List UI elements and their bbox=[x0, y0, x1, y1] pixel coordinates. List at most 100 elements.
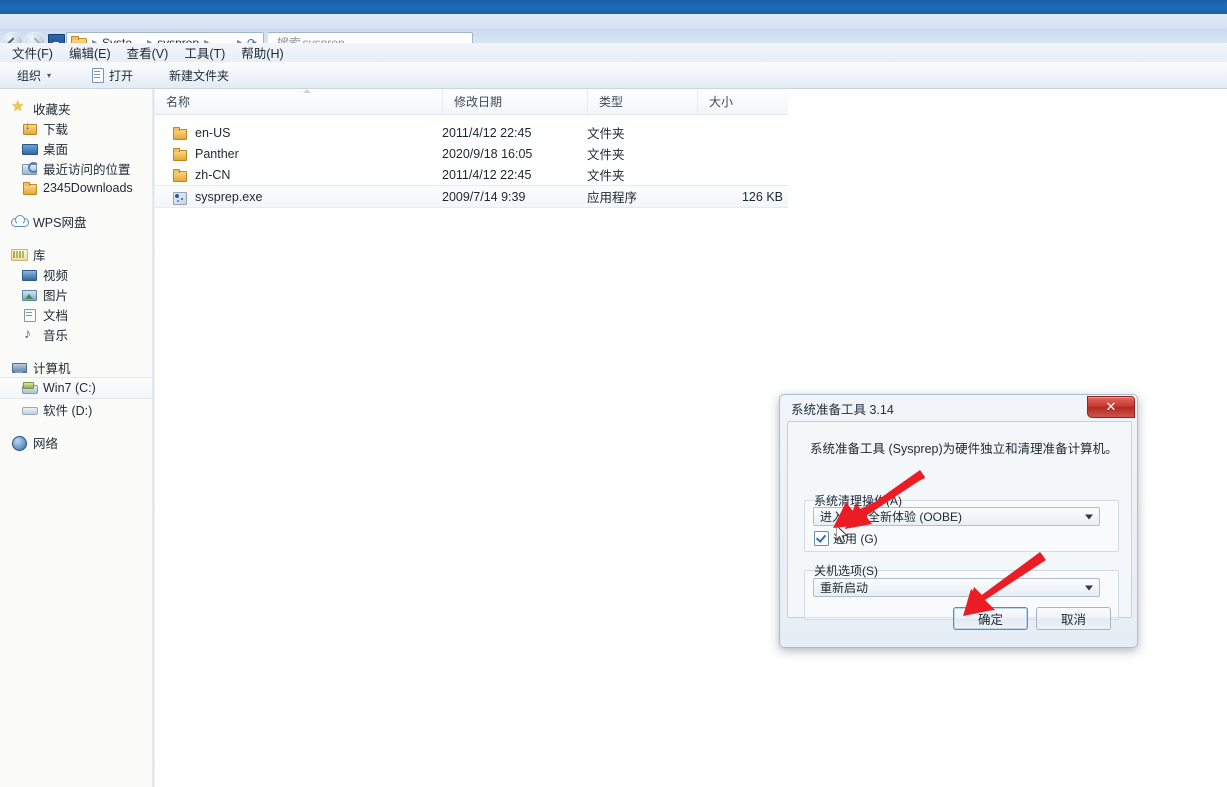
menu-bar: 文件(F) 编辑(E) 查看(V) 工具(T) 帮助(H) bbox=[0, 43, 1227, 62]
column-header-name[interactable]: 名称 bbox=[155, 89, 443, 114]
sidebar-group-favorites[interactable]: 收藏夹 bbox=[0, 97, 152, 118]
table-row[interactable]: Panther 2020/9/18 16:05 文件夹 bbox=[155, 143, 788, 164]
sidebar-item-recent-places[interactable]: 最近访问的位置 bbox=[0, 158, 152, 178]
file-name: zh-CN bbox=[195, 167, 231, 182]
open-button[interactable]: 打开 bbox=[82, 64, 142, 87]
sysprep-dialog: 系统准备工具 3.14 ✕ 系统准备工具 (Sysprep)为硬件独立和清理准备… bbox=[779, 394, 1138, 648]
column-header-label: 类型 bbox=[599, 95, 624, 109]
sidebar-item-2345downloads[interactable]: 2345Downloads bbox=[0, 178, 152, 198]
chevron-down-icon bbox=[1085, 585, 1093, 590]
ok-button[interactable]: 确定 bbox=[953, 607, 1028, 630]
sidebar-group-libraries[interactable]: 库 bbox=[0, 244, 152, 264]
computer-icon bbox=[11, 360, 28, 375]
download-folder-icon bbox=[21, 120, 38, 136]
column-header-label: 名称 bbox=[166, 95, 191, 109]
dialog-title: 系统准备工具 3.14 bbox=[791, 402, 894, 417]
sidebar-item-label: 图片 bbox=[43, 288, 69, 303]
chevron-down-icon: ▾ bbox=[47, 70, 52, 80]
sidebar-item-win7-c[interactable]: Win7 (C:) bbox=[0, 377, 152, 399]
cloud-icon bbox=[11, 214, 29, 229]
organize-label: 组织 bbox=[17, 68, 42, 83]
mouse-cursor bbox=[836, 525, 849, 544]
sort-ascending-icon bbox=[301, 86, 313, 94]
hard-drive-icon bbox=[21, 402, 38, 417]
shutdown-option-label: 关机选项(S) bbox=[814, 564, 878, 578]
file-name-cell: Panther bbox=[155, 147, 442, 161]
sidebar-item-label: 收藏夹 bbox=[33, 102, 71, 117]
file-date: 2009/7/14 9:39 bbox=[442, 189, 526, 204]
file-name: Panther bbox=[195, 146, 239, 161]
folder-icon bbox=[172, 147, 187, 161]
dialog-title-bar: 系统准备工具 3.14 ✕ bbox=[780, 395, 1137, 421]
sidebar-item-network[interactable]: 网络 bbox=[0, 432, 152, 452]
dialog-description: 系统准备工具 (Sysprep)为硬件独立和清理准备计算机。 bbox=[810, 442, 1118, 456]
sidebar-item-label: 2345Downloads bbox=[43, 181, 133, 195]
menu-file[interactable]: 文件(F) bbox=[4, 42, 61, 63]
close-icon[interactable]: ✕ bbox=[1087, 396, 1135, 418]
file-date: 2011/4/12 22:45 bbox=[442, 125, 532, 140]
music-icon bbox=[21, 325, 38, 342]
recent-places-icon bbox=[21, 161, 39, 176]
hard-drive-icon bbox=[21, 381, 38, 396]
new-folder-button[interactable]: 新建文件夹 bbox=[160, 64, 238, 87]
column-header-date[interactable]: 修改日期 bbox=[443, 89, 588, 114]
generalize-checkbox[interactable] bbox=[814, 531, 829, 546]
file-name-cell: sysprep.exe bbox=[155, 189, 442, 205]
sidebar-item-documents[interactable]: 文档 bbox=[0, 304, 152, 324]
library-icon bbox=[11, 247, 28, 262]
sidebar-item-label: 网络 bbox=[33, 436, 59, 451]
cleanup-action-dropdown[interactable]: 进入系统全新体验 (OOBE) bbox=[813, 507, 1100, 526]
shutdown-option-dropdown[interactable]: 重新启动 bbox=[813, 578, 1100, 597]
sidebar-item-downloads[interactable]: 下载 bbox=[0, 118, 152, 138]
file-name: en-US bbox=[195, 125, 231, 140]
sidebar-item-desktop[interactable]: 桌面 bbox=[0, 138, 152, 158]
sidebar-item-music[interactable]: 音乐 bbox=[0, 324, 152, 344]
organize-button[interactable]: 组织 ▾ bbox=[8, 64, 60, 87]
open-label: 打开 bbox=[109, 68, 134, 83]
sidebar-item-pictures[interactable]: 图片 bbox=[0, 284, 152, 304]
sidebar-item-label: WPS网盘 bbox=[33, 215, 87, 230]
sidebar-item-label: 桌面 bbox=[43, 142, 69, 157]
open-file-icon bbox=[91, 68, 105, 83]
folder-icon bbox=[21, 181, 38, 196]
dialog-body: 系统准备工具 (Sysprep)为硬件独立和清理准备计算机。 系统清理操作(A)… bbox=[787, 421, 1132, 620]
file-type: 文件夹 bbox=[587, 148, 625, 162]
sidebar-item-label: 计算机 bbox=[33, 361, 71, 376]
folder-icon bbox=[172, 168, 187, 182]
sidebar-item-label: 最近访问的位置 bbox=[43, 162, 131, 177]
network-icon bbox=[11, 435, 28, 451]
column-header-size[interactable]: 大小 bbox=[698, 89, 788, 114]
file-name-cell: zh-CN bbox=[155, 168, 442, 182]
table-row[interactable]: zh-CN 2011/4/12 22:45 文件夹 bbox=[155, 164, 788, 185]
picture-icon bbox=[21, 287, 38, 302]
shutdown-option-value: 重新启动 bbox=[820, 581, 869, 595]
file-type: 应用程序 bbox=[587, 191, 638, 205]
file-size: 126 KB bbox=[741, 189, 783, 204]
menu-view[interactable]: 查看(V) bbox=[119, 42, 177, 63]
document-icon bbox=[21, 307, 38, 322]
menu-tools[interactable]: 工具(T) bbox=[176, 42, 233, 63]
desktop-icon bbox=[21, 141, 38, 156]
chevron-down-icon bbox=[1085, 514, 1093, 519]
sidebar-item-wps-cloud[interactable]: WPS网盘 bbox=[0, 211, 152, 231]
cancel-button[interactable]: 取消 bbox=[1036, 607, 1111, 630]
star-icon bbox=[11, 97, 28, 116]
column-header-row: 名称 修改日期 类型 大小 bbox=[155, 89, 788, 115]
file-name: sysprep.exe bbox=[195, 189, 263, 204]
sidebar-item-software-d[interactable]: 软件 (D:) bbox=[0, 399, 152, 419]
sidebar-group-computer[interactable]: 计算机 bbox=[0, 357, 152, 377]
command-bar: 组织 ▾ 打开 新建文件夹 bbox=[0, 62, 1227, 89]
sidebar-item-label: Win7 (C:) bbox=[43, 381, 96, 395]
new-folder-label: 新建文件夹 bbox=[169, 68, 230, 83]
menu-help[interactable]: 帮助(H) bbox=[233, 42, 291, 63]
video-icon bbox=[21, 267, 38, 282]
table-row[interactable]: en-US 2011/4/12 22:45 文件夹 bbox=[155, 122, 788, 143]
menu-edit[interactable]: 编辑(E) bbox=[61, 42, 119, 63]
table-row[interactable]: sysprep.exe 2009/7/14 9:39 应用程序 126 KB bbox=[155, 185, 788, 208]
sidebar-item-label: 下载 bbox=[43, 122, 69, 137]
column-header-type[interactable]: 类型 bbox=[588, 89, 698, 114]
sidebar-item-videos[interactable]: 视频 bbox=[0, 264, 152, 284]
